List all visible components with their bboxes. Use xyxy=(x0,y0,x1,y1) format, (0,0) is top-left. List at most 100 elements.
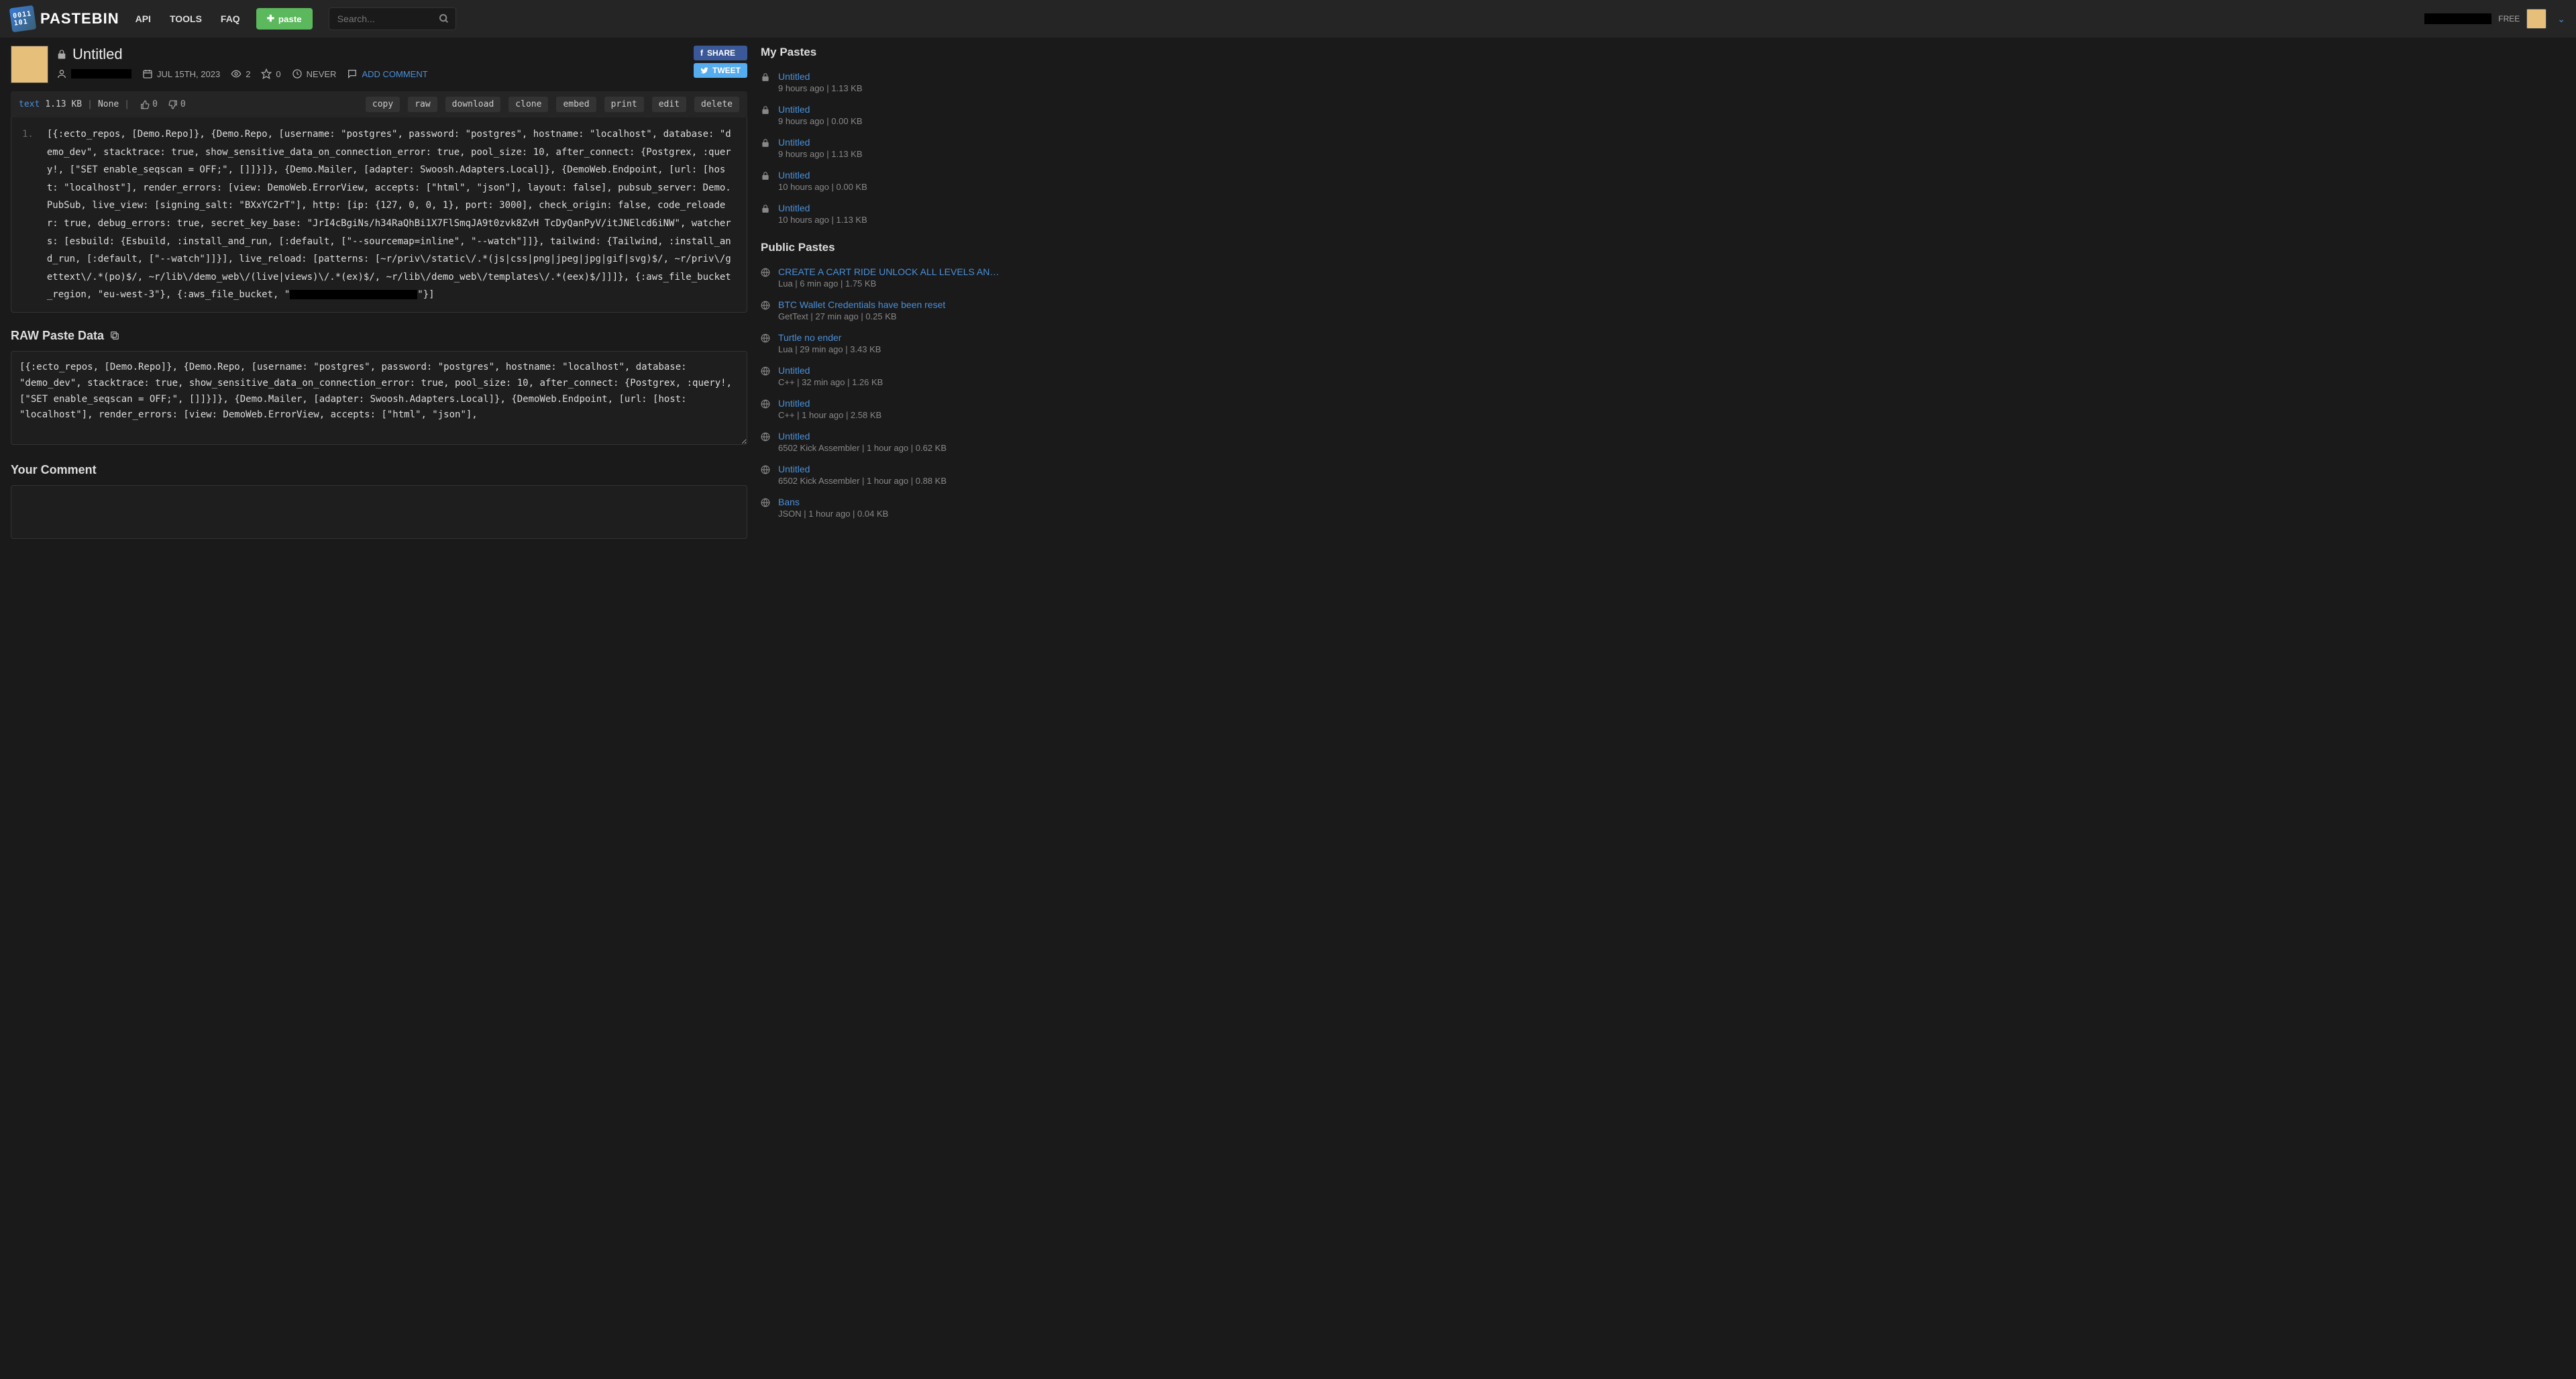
download-button[interactable]: download xyxy=(445,97,501,112)
top-header: 0011101 PASTEBIN API TOOLS FAQ ✚ paste F… xyxy=(0,0,2576,38)
paste-list-item[interactable]: Untitled6502 Kick Assembler | 1 hour ago… xyxy=(761,458,1002,491)
add-comment-link[interactable]: ADD COMMENT xyxy=(347,68,427,79)
date-meta: JUL 15TH, 2023 xyxy=(142,68,220,79)
paste-list-item[interactable]: Untitled9 hours ago | 1.13 KB xyxy=(761,132,1002,164)
account-area[interactable]: FREE ⌄ xyxy=(2424,9,2565,29)
paste-list-item[interactable]: Bans JSON | 1 hour ago | 0.04 KB xyxy=(761,491,1002,524)
paste-item-meta: 9 hours ago | 1.13 KB xyxy=(778,149,1002,159)
copy-button[interactable]: copy xyxy=(366,97,400,112)
views-meta: 2 xyxy=(231,68,250,79)
search-input[interactable] xyxy=(329,7,456,30)
globe-icon xyxy=(761,366,771,387)
tweet-label: TWEET xyxy=(712,66,741,75)
copy-icon[interactable] xyxy=(109,330,120,341)
dislike-button[interactable]: 0 xyxy=(168,99,186,109)
eye-icon xyxy=(231,68,241,79)
paste-item-title[interactable]: Untitled xyxy=(778,365,1002,376)
globe-icon xyxy=(761,334,771,354)
paste-list-item[interactable]: Untitled10 hours ago | 0.00 KB xyxy=(761,164,1002,197)
author-redacted xyxy=(71,69,131,79)
edit-button[interactable]: edit xyxy=(652,97,686,112)
delete-button[interactable]: delete xyxy=(694,97,739,112)
twitter-icon xyxy=(700,66,708,74)
embed-button[interactable]: embed xyxy=(556,97,596,112)
line-number: 1. xyxy=(22,125,47,304)
syntax-lang[interactable]: text xyxy=(19,99,40,109)
plus-icon: ✚ xyxy=(267,13,274,24)
facebook-share-button[interactable]: f SHARE xyxy=(694,46,747,60)
paste-list-item[interactable]: Untitled9 hours ago | 1.13 KB xyxy=(761,66,1002,99)
nav-faq[interactable]: FAQ xyxy=(221,13,240,24)
paste-list-item[interactable]: CREATE A CART RIDE UNLOCK ALL LEVELS AND… xyxy=(761,261,1002,294)
search-icon[interactable] xyxy=(439,13,449,24)
paste-list-item[interactable]: Turtle no enderLua | 29 min ago | 3.43 K… xyxy=(761,327,1002,360)
paste-item-title[interactable]: Untitled xyxy=(778,464,1002,474)
category: None xyxy=(98,99,119,109)
paste-item-title[interactable]: Untitled xyxy=(778,170,1002,181)
paste-item-title[interactable]: Untitled xyxy=(778,137,1002,148)
main-nav: API TOOLS FAQ xyxy=(136,13,240,24)
stars-meta[interactable]: 0 xyxy=(261,68,280,79)
my-pastes-list: Untitled9 hours ago | 1.13 KBUntitled9 h… xyxy=(761,66,1002,230)
paste-item-title[interactable]: Untitled xyxy=(778,71,1002,82)
expiry-value: NEVER xyxy=(307,69,337,79)
print-button[interactable]: print xyxy=(604,97,644,112)
username-redacted xyxy=(2424,13,2491,24)
lock-icon xyxy=(761,171,771,192)
like-count: 0 xyxy=(152,99,158,109)
paste-toolbar: text 1.13 KB | None | 0 0 copy raw downl… xyxy=(11,91,747,117)
sidebar: My Pastes Untitled9 hours ago | 1.13 KBU… xyxy=(761,46,1002,539)
avatar-icon[interactable] xyxy=(2526,9,2546,29)
chevron-down-icon[interactable]: ⌄ xyxy=(2557,13,2565,25)
author-avatar[interactable] xyxy=(11,46,48,83)
account-tier: FREE xyxy=(2498,14,2520,23)
star-count: 0 xyxy=(276,69,280,79)
author-meta[interactable] xyxy=(56,68,131,79)
raw-textarea[interactable] xyxy=(11,351,747,445)
paste-item-title[interactable]: Turtle no ender xyxy=(778,332,1002,343)
paste-item-title[interactable]: Untitled xyxy=(778,104,1002,115)
nav-tools[interactable]: TOOLS xyxy=(170,13,202,24)
paste-item-title[interactable]: Untitled xyxy=(778,203,1002,213)
paste-list-item[interactable]: Untitled9 hours ago | 0.00 KB xyxy=(761,99,1002,132)
paste-item-meta: 10 hours ago | 1.13 KB xyxy=(778,215,1002,225)
paste-header: Untitled JUL 15TH, 2023 2 xyxy=(11,46,747,83)
paste-list-item[interactable]: Untitled 10 hours ago | 1.13 KB xyxy=(761,197,1002,230)
nav-api[interactable]: API xyxy=(136,13,151,24)
comment-section-title: Your Comment xyxy=(11,463,747,477)
twitter-tweet-button[interactable]: TWEET xyxy=(694,63,747,78)
paste-list-item[interactable]: BTC Wallet Credentials have been resetGe… xyxy=(761,294,1002,327)
paste-list-item[interactable]: UntitledC++ | 1 hour ago | 2.58 KB xyxy=(761,393,1002,425)
like-button[interactable]: 0 xyxy=(140,99,158,109)
globe-icon xyxy=(761,498,771,519)
paste-item-meta: 9 hours ago | 0.00 KB xyxy=(778,116,1002,126)
public-pastes-title: Public Pastes xyxy=(761,241,1002,254)
lock-icon xyxy=(761,138,771,159)
logo[interactable]: 0011101 PASTEBIN xyxy=(11,7,119,31)
comment-input[interactable] xyxy=(11,485,747,539)
raw-button[interactable]: raw xyxy=(408,97,437,112)
lock-icon xyxy=(56,49,67,60)
paste-item-meta: JSON | 1 hour ago | 0.04 KB xyxy=(778,509,1002,519)
raw-section-title: RAW Paste Data xyxy=(11,329,747,343)
paste-list-item[interactable]: UntitledC++ | 32 min ago | 1.26 KB xyxy=(761,360,1002,393)
code-block[interactable]: 1. [{:ecto_repos, [Demo.Repo]}, {Demo.Re… xyxy=(11,117,747,313)
facebook-icon: f xyxy=(700,48,703,58)
paste-item-meta: GetText | 27 min ago | 0.25 KB xyxy=(778,311,1002,321)
globe-icon xyxy=(761,432,771,453)
paste-item-title[interactable]: Bans xyxy=(778,497,1002,507)
lock-icon xyxy=(761,105,771,126)
redacted-value xyxy=(290,290,417,299)
paste-list-item[interactable]: Untitled6502 Kick Assembler | 1 hour ago… xyxy=(761,425,1002,458)
paste-item-title[interactable]: BTC Wallet Credentials have been reset xyxy=(778,299,1002,310)
paste-item-title[interactable]: Untitled xyxy=(778,431,1002,442)
paste-item-title[interactable]: CREATE A CART RIDE UNLOCK ALL LEVELS AND… xyxy=(778,266,1002,277)
new-paste-button[interactable]: ✚ paste xyxy=(256,8,313,30)
clone-button[interactable]: clone xyxy=(508,97,548,112)
comment-icon xyxy=(347,68,358,79)
add-comment-label[interactable]: ADD COMMENT xyxy=(362,69,427,79)
globe-icon xyxy=(761,301,771,321)
paste-item-title[interactable]: Untitled xyxy=(778,398,1002,409)
paste-item-meta: Lua | 29 min ago | 3.43 KB xyxy=(778,344,1002,354)
expiry-meta: NEVER xyxy=(292,68,337,79)
